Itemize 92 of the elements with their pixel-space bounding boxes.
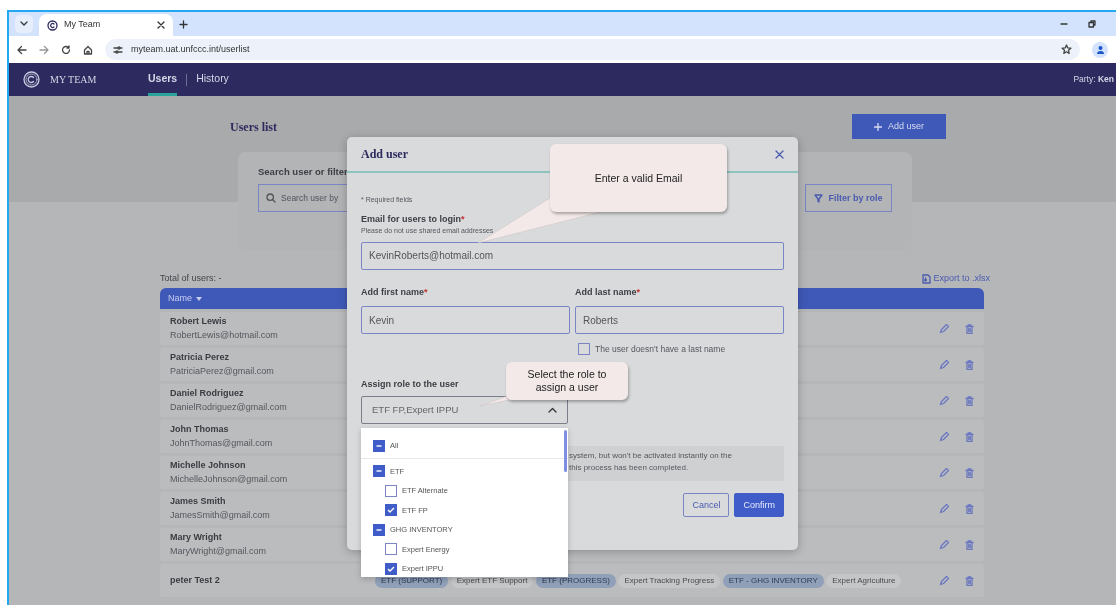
address-bar[interactable]: myteam.uat.unfccc.int/userlist [105, 39, 1080, 60]
user-name: peter Test 2 [170, 573, 221, 587]
edit-pencil-icon[interactable] [939, 539, 949, 550]
browser-tab[interactable]: My Team [39, 14, 173, 36]
file-icon [921, 273, 931, 284]
party-label: Party: Ken [1073, 73, 1114, 86]
edit-pencil-icon[interactable] [939, 359, 949, 370]
tab-title: My Team [64, 18, 102, 32]
close-icon[interactable] [157, 21, 165, 29]
info-text: system, but won't be activated instantly on the [569, 450, 733, 462]
total-users-count: Total of users: - [160, 272, 222, 285]
trash-icon[interactable] [965, 359, 974, 370]
plus-icon [874, 122, 882, 131]
minimize-icon[interactable] [1060, 20, 1068, 28]
checkbox[interactable] [385, 504, 397, 517]
trash-icon[interactable] [965, 323, 974, 334]
info-text: this process has been completed. [569, 461, 690, 474]
sort-caret-icon[interactable] [196, 296, 202, 301]
edit-pencil-icon[interactable] [939, 395, 949, 406]
user-name: John Thomas [170, 423, 230, 436]
site-settings-icon[interactable] [113, 44, 123, 55]
user-email: MaryWright@gmail.com [170, 544, 267, 558]
user-email: JohnThomas@gmail.com [170, 436, 274, 450]
reload-icon[interactable] [61, 44, 71, 55]
checkbox[interactable] [373, 439, 385, 452]
caret-down-icon [20, 21, 28, 27]
user-name: Mary Wright [170, 531, 223, 544]
forward-arrow-icon[interactable] [39, 44, 49, 55]
circle-c-logo-icon [23, 71, 40, 88]
text-input[interactable]: Roberts [575, 306, 784, 334]
edit-pencil-icon[interactable] [939, 323, 949, 334]
nav-tab[interactable]: History [196, 62, 229, 97]
role-label: Assign role to the user [361, 378, 459, 389]
checkbox-label: The user doesn't have a last name [595, 343, 726, 356]
user-name: Robert Lewis [170, 315, 228, 328]
checkbox[interactable] [578, 343, 590, 356]
back-arrow-icon[interactable] [17, 44, 27, 55]
checkbox[interactable] [385, 562, 397, 575]
role-tag: Expert Tracking Progress [618, 573, 721, 588]
trash-icon[interactable] [965, 395, 974, 406]
cancel-button[interactable]: Cancel [683, 493, 730, 518]
profile-avatar[interactable] [1092, 41, 1108, 58]
brand-name: MY TEAM [50, 73, 98, 87]
edit-pencil-icon[interactable] [939, 503, 949, 514]
checkbox[interactable] [373, 523, 385, 536]
search-title: Search user or filter [258, 165, 348, 179]
modal-title: Add user [361, 146, 408, 163]
user-email: RobertLewis@hotmail.com [170, 328, 279, 342]
user-name: Daniel Rodriguez [170, 387, 245, 400]
plus-icon[interactable] [179, 20, 188, 29]
last-name-label: Add last name* [575, 286, 641, 297]
user-email: MichelleJohnson@gmail.com [170, 472, 289, 486]
email-label: Email for users to login* [361, 213, 465, 224]
user-email: JamesSmith@gmail.com [170, 508, 271, 522]
person-icon [1095, 45, 1105, 54]
checkbox[interactable] [373, 465, 385, 478]
first-name-label: Add first name* [361, 286, 428, 297]
url-text: myteam.uat.unfccc.int/userlist [131, 42, 251, 56]
edit-pencil-icon[interactable] [939, 575, 949, 586]
callout-tooltip: Enter a valid Email [550, 144, 727, 212]
column-header[interactable]: Name [168, 291, 192, 306]
scrollbar-thumb[interactable] [564, 430, 567, 472]
page-title: Users list [230, 119, 277, 136]
trash-icon[interactable] [965, 467, 974, 478]
add-user-button[interactable]: Add user [852, 114, 946, 139]
user-email: PatriciaPerez@gmail.com [170, 364, 275, 378]
email-input[interactable]: KevinRoberts@hotmail.com [361, 241, 784, 270]
group-tag: ETF - GHG INVENTORY [722, 573, 824, 588]
nav-divider [186, 73, 188, 86]
circle-c-icon [47, 19, 58, 31]
edit-pencil-icon[interactable] [939, 467, 949, 478]
user-email: DanielRodriguez@gmail.com [170, 400, 288, 414]
trash-icon[interactable] [965, 503, 974, 514]
tab-search-button[interactable] [15, 15, 33, 33]
filter-icon [814, 193, 824, 203]
select-value: ETF FP,Expert IPPU [372, 403, 459, 418]
star-icon[interactable] [1061, 44, 1072, 55]
trash-icon[interactable] [965, 575, 974, 586]
edit-pencil-icon[interactable] [939, 431, 949, 442]
text-input[interactable]: Kevin [361, 306, 570, 334]
confirm-button[interactable]: Confirm [734, 493, 784, 518]
checkbox[interactable] [385, 484, 397, 497]
trash-icon[interactable] [965, 539, 974, 550]
user-name: Michelle Johnson [170, 459, 247, 472]
user-name: James Smith [170, 495, 227, 508]
user-name: Patricia Perez [170, 351, 231, 364]
role-tag: Expert Agriculture [826, 573, 902, 588]
trash-icon[interactable] [965, 431, 974, 442]
checkbox[interactable] [385, 543, 397, 556]
home-icon[interactable] [83, 44, 93, 55]
search-icon [266, 193, 276, 204]
restore-icon[interactable] [1088, 20, 1096, 28]
